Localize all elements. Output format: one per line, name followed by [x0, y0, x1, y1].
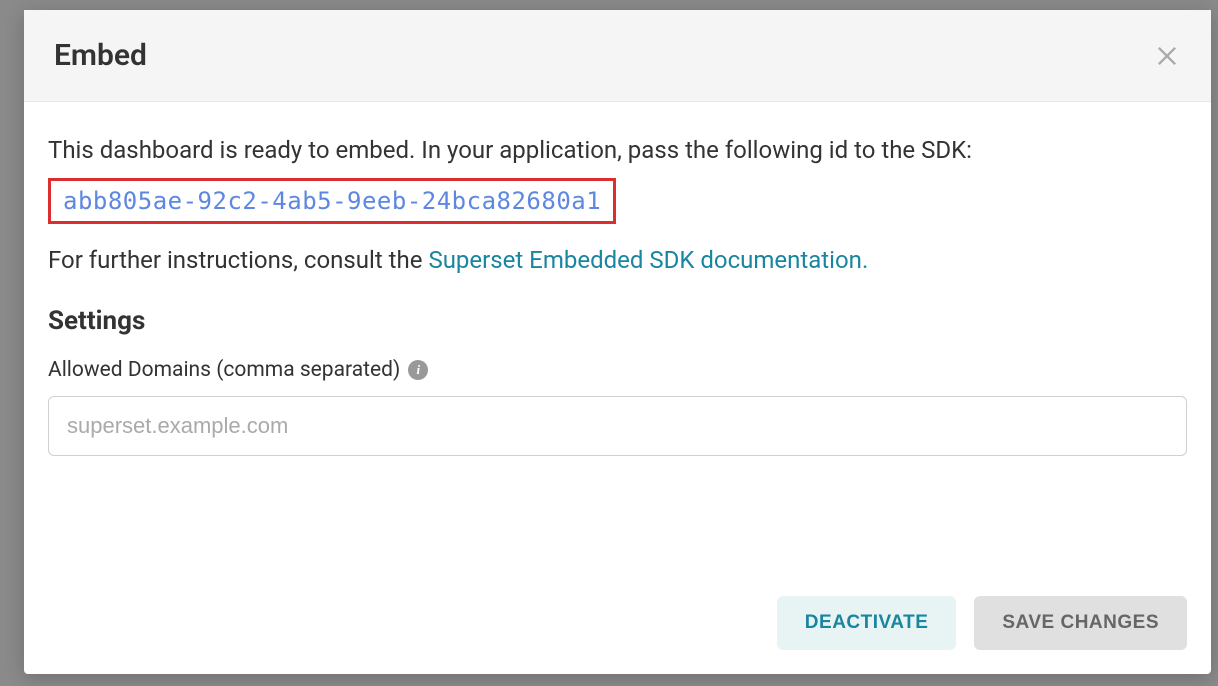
embed-modal: Embed This dashboard is ready to embed. …: [24, 10, 1211, 674]
deactivate-button[interactable]: DEACTIVATE: [777, 596, 957, 650]
allowed-domains-input[interactable]: [48, 396, 1187, 456]
close-button[interactable]: [1153, 42, 1181, 70]
domains-label-row: Allowed Domains (comma separated) i: [48, 358, 1187, 382]
intro-text: This dashboard is ready to embed. In you…: [48, 132, 1187, 168]
settings-heading: Settings: [48, 306, 1187, 336]
domains-label: Allowed Domains (comma separated): [48, 358, 400, 382]
embed-id-value[interactable]: abb805ae-92c2-4ab5-9eeb-24bca82680a1: [63, 187, 601, 215]
close-icon: [1153, 42, 1181, 70]
save-changes-button[interactable]: SAVE CHANGES: [974, 596, 1187, 650]
modal-footer: DEACTIVATE SAVE CHANGES: [24, 576, 1211, 674]
modal-body: This dashboard is ready to embed. In you…: [24, 102, 1211, 576]
info-icon[interactable]: i: [408, 360, 428, 380]
modal-title: Embed: [54, 38, 147, 73]
instructions-prefix: For further instructions, consult the: [48, 246, 428, 274]
embed-id-highlight: abb805ae-92c2-4ab5-9eeb-24bca82680a1: [48, 178, 616, 224]
modal-header: Embed: [24, 10, 1211, 102]
instructions-text: For further instructions, consult the Su…: [48, 242, 1187, 278]
sdk-doc-link[interactable]: Superset Embedded SDK documentation.: [428, 246, 868, 274]
